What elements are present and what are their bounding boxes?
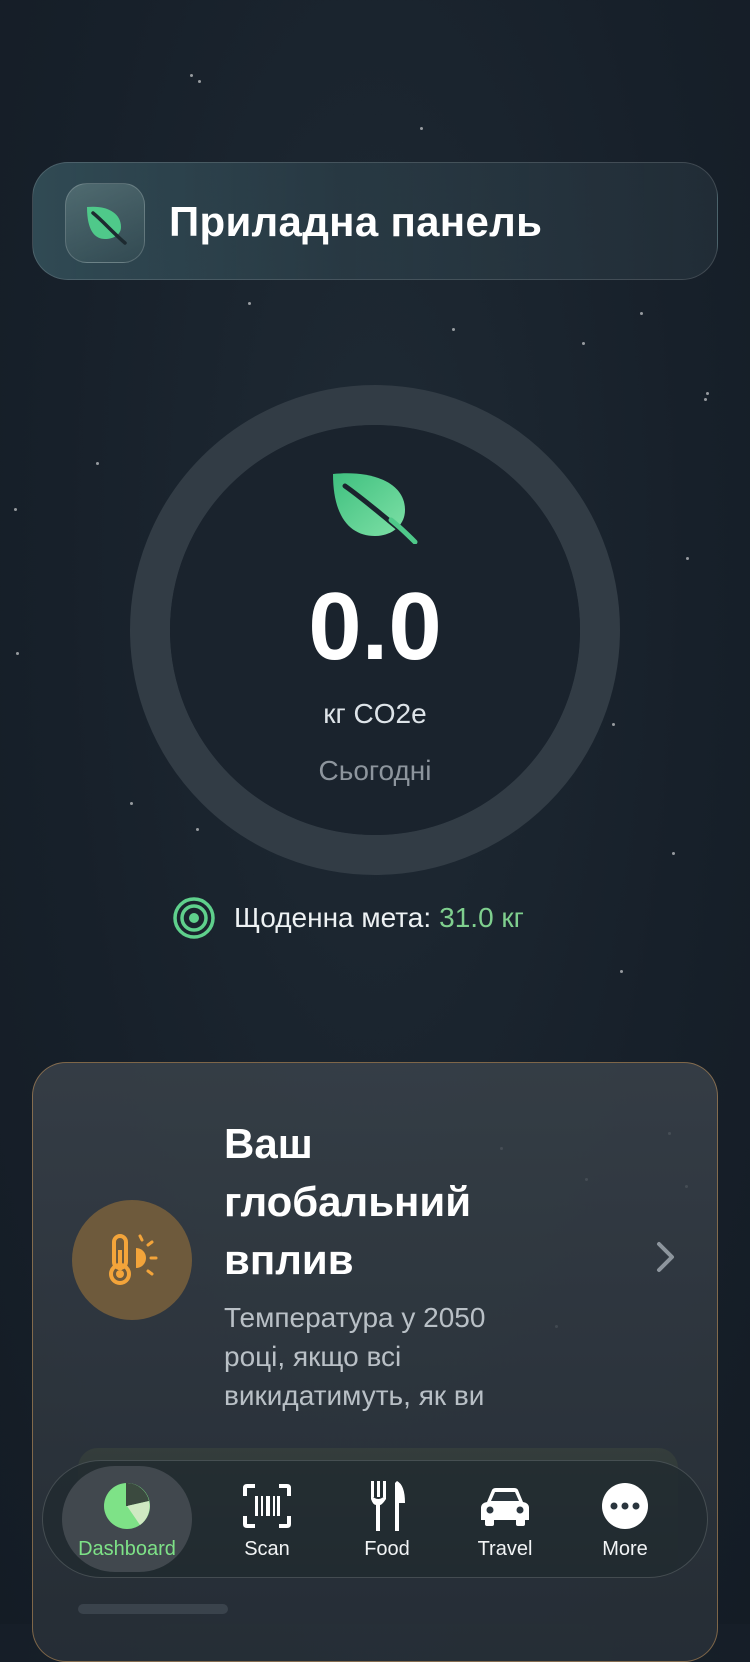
goal-label: Щоденна мета: (234, 902, 432, 933)
tab-more[interactable]: More (560, 1466, 690, 1572)
target-icon (173, 897, 215, 939)
leaf-icon (331, 470, 419, 549)
tab-scan[interactable]: Scan (202, 1466, 332, 1572)
daily-goal: Щоденна мета: 31.0 кг (172, 896, 524, 940)
period-label: Сьогодні (318, 755, 432, 786)
more-icon (560, 1480, 690, 1532)
chevron-right-icon (655, 1240, 677, 1279)
impact-subtitle: Температура у 2050 році, якщо всі викида… (224, 1302, 486, 1411)
car-icon (440, 1480, 570, 1532)
tab-label: Dashboard (78, 1538, 176, 1560)
header-card: Приладна панель (32, 162, 718, 280)
page-title: Приладна панель (169, 198, 543, 245)
tab-travel[interactable]: Travel (440, 1466, 570, 1572)
thermometer-sun-icon (72, 1200, 192, 1320)
tab-dashboard[interactable]: Dashboard (62, 1466, 192, 1572)
pie-chart-icon (62, 1480, 192, 1532)
emissions-unit: кг CO2e (323, 698, 427, 729)
tab-food[interactable]: Food (322, 1466, 452, 1572)
scroll-handle (78, 1604, 228, 1614)
tab-label: Scan (244, 1538, 290, 1560)
fork-knife-icon (322, 1480, 452, 1532)
emissions-value: 0.0 (308, 573, 442, 680)
tab-label: Food (364, 1538, 410, 1560)
leaf-icon (65, 183, 145, 263)
tab-label: Travel (477, 1538, 533, 1560)
impact-title: Ваш глобальний вплив (224, 1120, 472, 1283)
tab-label: More (602, 1538, 648, 1560)
goal-value: 31.0 кг (439, 902, 524, 933)
barcode-scan-icon (202, 1480, 332, 1532)
